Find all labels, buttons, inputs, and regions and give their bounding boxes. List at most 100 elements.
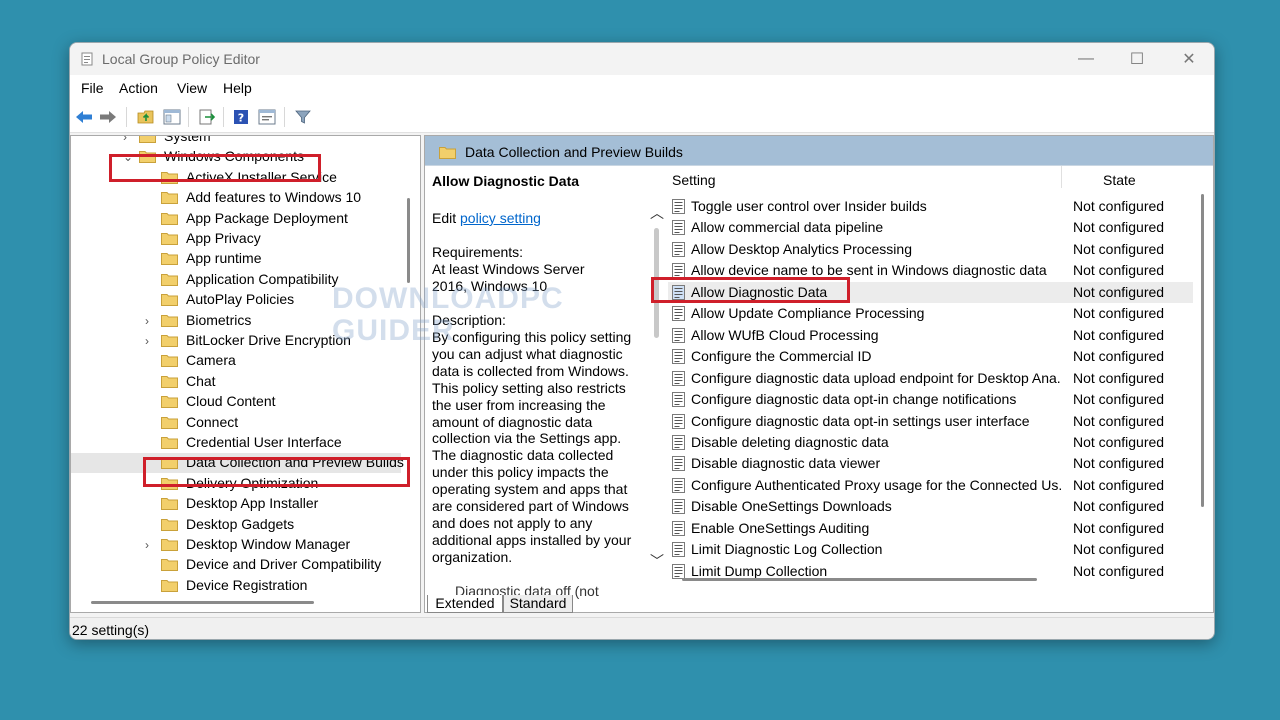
back-arrow-icon[interactable]: [74, 107, 94, 127]
setting-row[interactable]: Disable OneSettings Downloads Not configu…: [668, 496, 1193, 517]
setting-row[interactable]: Configure Authenticated Proxy usage for …: [668, 475, 1193, 496]
maximize-button[interactable]: ☐: [1111, 43, 1163, 75]
list-vertical-scrollbar[interactable]: [1201, 194, 1204, 507]
chevron-up-icon[interactable]: ︿: [650, 206, 664, 220]
tree-item[interactable]: App Package Deployment: [71, 209, 401, 229]
setting-state: Not configured: [1073, 283, 1165, 300]
setting-name: Disable diagnostic data viewer: [691, 455, 881, 472]
tree-item[interactable]: Credential User Interface: [71, 433, 401, 453]
tree-item[interactable]: ActiveX Installer Service: [71, 168, 401, 188]
tree-item[interactable]: Camera: [71, 351, 401, 371]
properties-icon[interactable]: [257, 107, 277, 127]
setting-state: Not configured: [1073, 262, 1165, 279]
toolbar: ?: [70, 101, 1214, 133]
column-header-setting[interactable]: Setting: [672, 172, 716, 188]
folder-icon: [161, 559, 178, 572]
tree-item[interactable]: App runtime: [71, 249, 401, 269]
toolbar-separator: [223, 107, 224, 127]
menu-view[interactable]: View: [177, 80, 207, 96]
tab-standard[interactable]: Standard: [503, 595, 573, 613]
tree-item-label: AutoPlay Policies: [186, 291, 295, 308]
setting-name: Configure diagnostic data opt-in change …: [691, 391, 1017, 408]
show-hide-tree-icon[interactable]: [162, 107, 182, 127]
filter-icon[interactable]: [293, 107, 313, 127]
setting-row[interactable]: Configure diagnostic data opt-in change …: [668, 389, 1193, 410]
title-bar[interactable]: Local Group Policy Editor — ☐ ✕: [70, 43, 1214, 75]
menu-action[interactable]: Action: [119, 80, 158, 96]
setting-row[interactable]: Toggle user control over Insider builds N…: [668, 196, 1193, 217]
tree-item[interactable]: Desktop Gadgets: [71, 515, 401, 535]
tab-extended[interactable]: Extended: [427, 595, 503, 613]
setting-row[interactable]: Allow Update Compliance Processing Not co…: [668, 303, 1193, 324]
navigation-tree[interactable]: › System ⌄ Windows Components ActiveX Instal…: [70, 135, 421, 613]
setting-row[interactable]: Disable diagnostic data viewer Not config…: [668, 453, 1193, 474]
tree-item[interactable]: Cloud Content: [71, 392, 401, 412]
up-folder-icon[interactable]: [136, 107, 156, 127]
minimize-button[interactable]: —: [1060, 43, 1112, 75]
close-button[interactable]: ✕: [1163, 43, 1214, 75]
tree-item[interactable]: Connect: [71, 413, 401, 433]
tree-item[interactable]: › Desktop Window Manager: [71, 535, 401, 555]
chevron-down-icon[interactable]: ⌄: [123, 150, 133, 164]
chevron-right-icon[interactable]: ›: [123, 136, 133, 144]
setting-row[interactable]: Allow device name to be sent in Windows …: [668, 260, 1193, 281]
tree-item[interactable]: Application Compatibility: [71, 270, 401, 290]
forward-arrow-icon[interactable]: [98, 107, 118, 127]
menu-file[interactable]: File: [81, 80, 104, 96]
tree-item[interactable]: Desktop App Installer: [71, 494, 401, 514]
tree-item[interactable]: Delivery Optimization: [71, 474, 401, 494]
chevron-right-icon[interactable]: ›: [145, 314, 155, 328]
folder-icon: [161, 294, 178, 307]
toolbar-separator: [284, 107, 285, 127]
column-divider[interactable]: [1061, 166, 1062, 188]
tree-item[interactable]: App Privacy: [71, 229, 401, 249]
setting-state: Not configured: [1073, 369, 1165, 386]
setting-row[interactable]: Enable OneSettings Auditing Not configure…: [668, 518, 1193, 539]
tree-item[interactable]: Device and Driver Compatibility: [71, 555, 401, 575]
tree-item[interactable]: AutoPlay Policies: [71, 290, 401, 310]
setting-state: Not configured: [1073, 498, 1165, 515]
tree-item[interactable]: › Biometrics: [71, 311, 401, 331]
list-horizontal-scrollbar[interactable]: [682, 578, 1037, 581]
chevron-right-icon[interactable]: ›: [145, 334, 155, 348]
setting-row[interactable]: Allow Desktop Analytics Processing Not co…: [668, 239, 1193, 260]
setting-row[interactable]: Configure diagnostic data upload endpoin…: [668, 368, 1193, 389]
tree-item[interactable]: ⌄ Windows Components: [71, 147, 401, 167]
tree-item[interactable]: › System: [71, 136, 401, 147]
setting-row[interactable]: Configure diagnostic data opt-in setting…: [668, 411, 1193, 432]
tree-item[interactable]: Chat: [71, 372, 401, 392]
tree-item[interactable]: › BitLocker Drive Encryption: [71, 331, 401, 351]
tree-item[interactable]: Data Collection and Preview Builds: [71, 453, 404, 474]
tree-item[interactable]: Add features to Windows 10: [71, 188, 401, 208]
tree-item[interactable]: Device Registration: [71, 576, 401, 596]
tree-item-label: Add features to Windows 10: [186, 189, 362, 206]
folder-icon: [161, 518, 178, 531]
tree-horizontal-scrollbar[interactable]: [91, 601, 314, 604]
description-scrollbar[interactable]: [654, 228, 659, 338]
tree-item-label: Camera: [186, 352, 236, 369]
chevron-right-icon[interactable]: ›: [145, 538, 155, 552]
setting-row[interactable]: Configure the Commercial ID Not configure…: [668, 346, 1193, 367]
setting-state: Not configured: [1073, 240, 1165, 257]
setting-row[interactable]: Allow Diagnostic Data Not configured: [668, 281, 1193, 303]
tree-item-label: App runtime: [186, 250, 262, 267]
setting-row[interactable]: Limit Diagnostic Log Collection Not confi…: [668, 539, 1193, 560]
edit-line: Edit policy setting: [432, 210, 541, 226]
column-header-state[interactable]: State: [1103, 172, 1136, 188]
policy-setting-icon: [672, 520, 685, 536]
setting-row[interactable]: Disable deleting diagnostic data Not conf…: [668, 432, 1193, 453]
setting-name: Configure Authenticated Proxy usage for …: [691, 476, 1061, 493]
setting-state: Not configured: [1073, 348, 1165, 365]
policy-setting-icon: [672, 220, 685, 236]
tree-vertical-scrollbar[interactable]: [407, 198, 410, 283]
setting-name: Limit Dump Collection: [691, 562, 828, 579]
chevron-down-icon[interactable]: ﹀: [650, 554, 664, 568]
menu-help[interactable]: Help: [223, 80, 252, 96]
policy-setting-icon: [672, 241, 685, 257]
policy-setting-link[interactable]: policy setting: [460, 210, 541, 226]
setting-row[interactable]: Allow WUfB Cloud Processing Not configure…: [668, 325, 1193, 346]
policy-setting-icon: [672, 392, 685, 408]
help-icon[interactable]: ?: [231, 107, 251, 127]
setting-row[interactable]: Allow commercial data pipeline Not config…: [668, 217, 1193, 238]
export-list-icon[interactable]: [197, 107, 217, 127]
